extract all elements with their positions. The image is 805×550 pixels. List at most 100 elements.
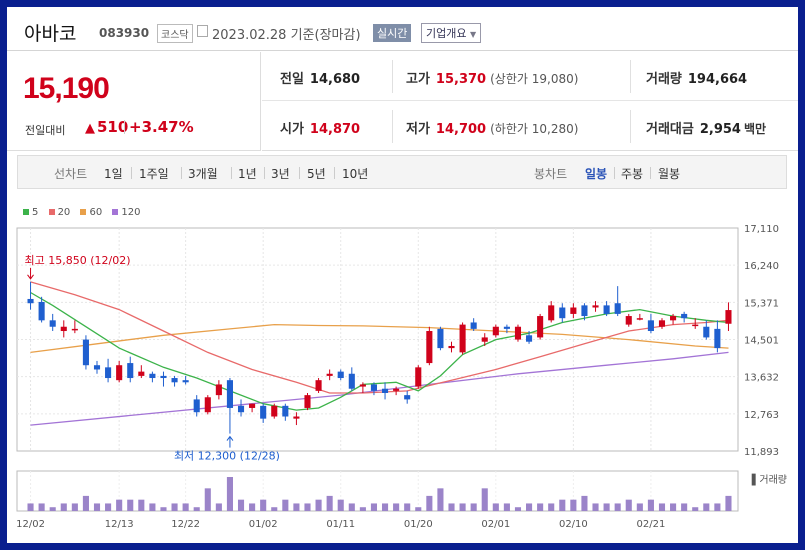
x-tick-label: 12/22	[171, 519, 200, 530]
candle-body	[149, 373, 156, 379]
candle-body	[703, 326, 710, 338]
volume-bar	[437, 488, 444, 511]
candle-body	[437, 328, 444, 349]
volume-bar	[304, 503, 311, 511]
stock-widget: 아바코 083930 코스닥 2023.02.28 기준(장마감) 실시간 기업…	[7, 7, 798, 543]
candle	[437, 326, 444, 351]
volume-bar	[116, 499, 123, 511]
volume-bar	[138, 499, 145, 511]
volume-bar	[149, 503, 156, 511]
candle	[315, 378, 322, 393]
x-tick-label: 02/21	[637, 519, 666, 530]
candle-body	[725, 310, 732, 324]
candle-body	[592, 305, 599, 308]
volume-bar	[193, 507, 200, 511]
candle	[27, 281, 34, 310]
high-annotation: 최고 15,850 (12/02)	[25, 254, 131, 267]
candle-body	[692, 324, 699, 327]
candle	[625, 313, 632, 327]
volume-bar	[647, 499, 654, 511]
candle	[49, 313, 56, 332]
candle-body	[537, 316, 544, 338]
volume-label: ▌거래량	[751, 473, 787, 486]
volume-bar	[503, 503, 510, 511]
candle	[82, 335, 89, 370]
candle-body	[193, 399, 200, 413]
volume-bar	[570, 499, 577, 511]
volume-bar	[237, 499, 245, 511]
x-tick-label: 01/11	[326, 519, 355, 530]
volume-bar	[459, 503, 466, 511]
y-tick-label: 16,240	[744, 261, 779, 272]
volume-bar	[249, 503, 256, 511]
y-tick-label: 15,371	[744, 298, 779, 309]
candle	[570, 303, 577, 319]
x-tick-label: 02/10	[559, 519, 588, 530]
candle	[138, 365, 145, 379]
candle-body	[492, 326, 499, 336]
candle	[337, 369, 344, 381]
candle-body	[260, 405, 267, 419]
candle-body	[27, 298, 34, 304]
volume-bar	[426, 495, 433, 511]
low-annotation: 최저 12,300 (12/28)	[174, 450, 280, 463]
volume-bar	[348, 503, 355, 511]
candle-body	[570, 307, 577, 314]
candle-body	[636, 318, 643, 320]
candle-body	[249, 403, 256, 408]
candle	[93, 360, 101, 374]
candle	[282, 403, 289, 421]
candle-body	[226, 380, 233, 408]
candle-body	[315, 380, 322, 391]
volume-bar	[681, 503, 688, 511]
y-tick-label: 14,501	[744, 336, 779, 347]
candle-body	[393, 388, 400, 391]
candle	[725, 302, 732, 332]
candlestick-chart: 17,110 16,240 15,371 14,501 13,632 12,763 11,8…	[16, 224, 787, 530]
volume-bar	[82, 495, 89, 511]
candle-body	[60, 326, 67, 332]
volume-bar	[381, 503, 389, 511]
volume-bar	[470, 503, 477, 511]
volume-bar	[481, 488, 488, 511]
candle-body	[204, 397, 211, 413]
candle-body	[603, 305, 610, 314]
candle-body	[293, 416, 300, 419]
candle	[548, 301, 555, 323]
volume-bar	[537, 503, 544, 511]
ma60-line	[30, 323, 729, 354]
candle	[470, 318, 477, 332]
candle	[614, 286, 621, 317]
candle-body	[625, 316, 632, 325]
ma20-line	[30, 281, 729, 394]
candle-body	[127, 363, 134, 379]
volume-bar	[105, 503, 112, 511]
volume-bar	[393, 503, 400, 511]
candle	[415, 365, 422, 389]
candle-body	[370, 384, 378, 391]
candle-body	[614, 303, 621, 314]
candle	[193, 395, 200, 417]
candle	[404, 390, 411, 404]
candle	[271, 403, 278, 419]
candle	[559, 303, 566, 323]
candle	[492, 324, 499, 338]
volume-bar	[603, 503, 610, 511]
candle-body	[215, 384, 222, 396]
candle	[658, 318, 666, 329]
candle-body	[714, 328, 721, 349]
candle-body	[514, 326, 522, 340]
candle	[448, 341, 455, 353]
candle	[304, 392, 311, 411]
candle-body	[670, 316, 677, 321]
y-tick-label: 13,632	[744, 373, 779, 384]
volume-bar	[548, 503, 555, 511]
candle	[348, 367, 355, 391]
candle	[326, 369, 333, 381]
candle	[204, 395, 211, 415]
volume-bar	[415, 507, 422, 511]
x-tick-label: 01/02	[249, 519, 278, 530]
candle-body	[160, 375, 167, 379]
x-tick-label: 01/20	[404, 519, 433, 530]
candle-body	[49, 320, 56, 327]
